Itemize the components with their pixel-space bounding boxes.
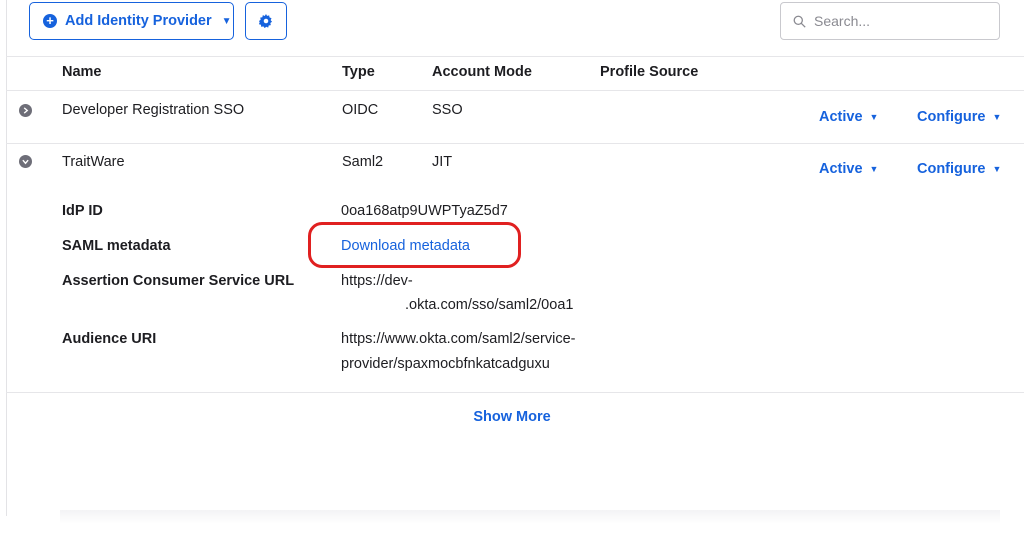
add-identity-provider-label: Add Identity Provider xyxy=(65,13,212,29)
row-name: Developer Registration SSO xyxy=(62,102,245,118)
header-type: Type xyxy=(342,64,375,80)
divider xyxy=(6,392,1024,393)
row-name: TraitWare xyxy=(62,154,125,170)
header-account-mode: Account Mode xyxy=(432,64,532,80)
header-name: Name xyxy=(62,64,102,80)
chevron-right-icon xyxy=(23,107,29,114)
caret-down-icon: ▼ xyxy=(869,164,879,174)
saml-metadata-label: SAML metadata xyxy=(62,238,171,254)
row-account-mode: JIT xyxy=(432,154,453,170)
panel-shadow xyxy=(60,510,1000,524)
configure-dropdown[interactable]: Configure ▼ xyxy=(917,161,1001,177)
idp-id-label: IdP ID xyxy=(62,203,103,219)
divider xyxy=(6,56,1024,57)
audience-uri-value-line2: provider/spaxmocbfnkatcadguxu xyxy=(341,356,550,372)
idp-id-value: 0oa168atp9UWPTyaZ5d7 xyxy=(341,203,508,219)
settings-button[interactable] xyxy=(245,2,287,40)
status-label: Active xyxy=(819,161,863,177)
row-account-mode: SSO xyxy=(432,102,463,118)
caret-down-icon: ▼ xyxy=(221,15,232,27)
configure-dropdown[interactable]: Configure ▼ xyxy=(917,109,1001,125)
status-label: Active xyxy=(819,109,863,125)
add-identity-provider-button[interactable]: + Add Identity Provider ▼ xyxy=(29,2,234,40)
audience-uri-value-line1: https://www.okta.com/saml2/service- xyxy=(341,331,576,347)
acs-url-value-line1: https://dev- xyxy=(341,273,413,289)
row-type: Saml2 xyxy=(342,154,384,170)
highlight-annotation xyxy=(308,222,521,268)
show-more-link[interactable]: Show More xyxy=(0,409,1024,425)
divider xyxy=(6,90,1024,91)
search-input[interactable] xyxy=(814,13,974,29)
caret-down-icon: ▼ xyxy=(992,112,1002,122)
divider xyxy=(6,143,1024,144)
configure-label: Configure xyxy=(917,109,986,125)
gear-icon xyxy=(259,14,273,28)
show-more-label: Show More xyxy=(473,409,551,425)
acs-url-value-line2: .okta.com/sso/saml2/0oa1 xyxy=(405,297,574,313)
row-collapse-button[interactable] xyxy=(19,155,32,168)
caret-down-icon: ▼ xyxy=(992,164,1002,174)
audience-uri-label: Audience URI xyxy=(62,331,157,347)
chevron-down-icon xyxy=(22,159,29,165)
status-dropdown[interactable]: Active ▼ xyxy=(819,161,878,177)
row-expand-button[interactable] xyxy=(19,104,32,117)
status-dropdown[interactable]: Active ▼ xyxy=(819,109,878,125)
configure-label: Configure xyxy=(917,161,986,177)
search-box[interactable] xyxy=(780,2,1000,40)
acs-url-label: Assertion Consumer Service URL xyxy=(62,273,295,289)
header-profile-source: Profile Source xyxy=(600,64,699,80)
plus-circle-icon: + xyxy=(43,14,57,28)
search-icon xyxy=(793,15,806,28)
row-type: OIDC xyxy=(342,102,379,118)
caret-down-icon: ▼ xyxy=(869,112,879,122)
